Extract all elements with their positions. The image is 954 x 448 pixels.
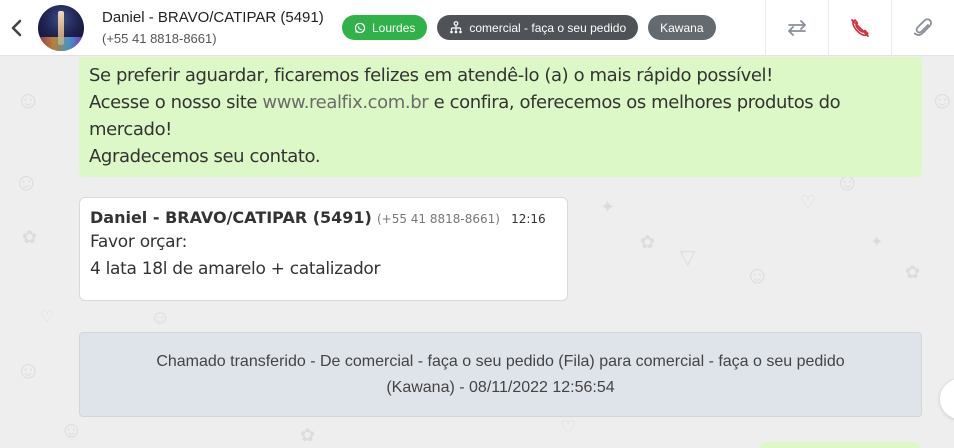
smiley-doodle-icon: ☺ — [150, 307, 171, 329]
sitemap-icon — [450, 21, 463, 34]
smiley-doodle-icon: ☺ — [16, 357, 41, 384]
smiley-doodle-icon: ☺ — [745, 262, 770, 289]
system-notice: Chamado transferido - De comercial - faç… — [79, 332, 922, 417]
flower-doodle-icon: ✿ — [22, 227, 38, 247]
outgoing-message[interactable]: Se preferir aguardar, ficaremos felizes … — [79, 57, 922, 177]
star-doodle-icon: ✦ — [600, 197, 616, 217]
flower-doodle-icon: ✿ — [640, 232, 656, 252]
send-doodle-icon: ▽ — [680, 247, 696, 269]
header-actions — [765, 0, 954, 56]
message-time: 12:16 — [511, 212, 546, 226]
attach-button[interactable] — [891, 0, 954, 56]
contact-name: Daniel - BRAVO/CATIPAR (5491) — [102, 9, 324, 26]
sender-name: Daniel - BRAVO/CATIPAR (5491) — [90, 208, 372, 227]
message-line: Agradecemos seu contato. — [89, 146, 321, 167]
heart-doodle-icon: ♡ — [560, 417, 577, 437]
system-notice-line: Chamado transferido - De comercial - faç… — [156, 352, 845, 370]
system-notice-line: (Kawana) - 08/11/2022 12:56:54 — [386, 378, 615, 396]
smiley-doodle-icon: ☺ — [930, 87, 954, 114]
attach-icon — [913, 17, 932, 36]
whatsapp-icon — [354, 22, 366, 33]
end-call-icon — [851, 18, 869, 37]
transfer-button[interactable] — [765, 0, 828, 56]
message-line: Acesse o nosso site www.realfix.com.br e… — [89, 89, 912, 116]
assignee-tag[interactable]: Kawana — [648, 15, 716, 40]
queue-tag[interactable]: comercial - faça o seu pedido — [437, 15, 639, 40]
website-link[interactable]: www.realfix.com.br — [262, 92, 428, 113]
flower-doodle-icon: ✿ — [300, 425, 316, 445]
smiley-doodle-icon: ☺ — [60, 417, 83, 442]
message-line: mercado! — [89, 119, 172, 140]
heart-doodle-icon: ♡ — [40, 309, 55, 326]
message-body: Favor orçar: 4 lata 18l de amarelo + cat… — [90, 229, 557, 283]
message-line: 4 lata 18l de amarelo + catalizador — [90, 259, 381, 279]
message-text: e confira, oferecemos os melhores produt… — [428, 92, 841, 113]
flower-doodle-icon: ✿ — [905, 262, 921, 282]
message-text: Acesse o nosso site — [89, 92, 263, 113]
sender-phone: (+55 41 8818-8661) — [376, 212, 500, 226]
message-line: Se preferir aguardar, ficaremos felizes … — [89, 65, 773, 86]
heart-doodle-icon: ♡ — [800, 192, 817, 212]
star-doodle-icon: ✦ — [870, 234, 884, 251]
back-button[interactable] — [0, 0, 34, 56]
chevron-left-icon — [11, 19, 22, 36]
contact-info[interactable]: Daniel - BRAVO/CATIPAR (5491) (+55 41 88… — [102, 9, 330, 46]
message-line: Favor orçar: — [90, 232, 188, 252]
queue-tag-label: comercial - faça o seu pedido — [469, 20, 627, 35]
agent-tag-label: Lourdes — [372, 20, 416, 35]
end-call-button[interactable] — [828, 0, 891, 56]
chat-header: Daniel - BRAVO/CATIPAR (5491) (+55 41 88… — [0, 0, 954, 56]
assignee-tag-label: Kawana — [660, 20, 704, 35]
smiley-doodle-icon: ☺ — [16, 87, 41, 114]
avatar[interactable] — [38, 4, 84, 51]
chat-area[interactable]: ☺ ☺ ✿ ☺ ♡ ☺ ✦ ✿ ▽ ☺ ☺ ♡ ✦ ✿ ☺ ♡ ✿ ☺ Se p… — [0, 57, 954, 448]
message-header: Daniel - BRAVO/CATIPAR (5491) (+55 41 88… — [90, 208, 557, 227]
scroll-down-button[interactable] — [940, 379, 954, 419]
smiley-doodle-icon: ☺ — [14, 169, 39, 196]
contact-phone: (+55 41 8818-8661) — [102, 31, 217, 46]
next-outgoing-message — [760, 442, 920, 448]
agent-tag[interactable]: Lourdes — [342, 15, 428, 40]
transfer-icon — [788, 19, 806, 36]
incoming-message[interactable]: Daniel - BRAVO/CATIPAR (5491) (+55 41 88… — [79, 197, 568, 301]
